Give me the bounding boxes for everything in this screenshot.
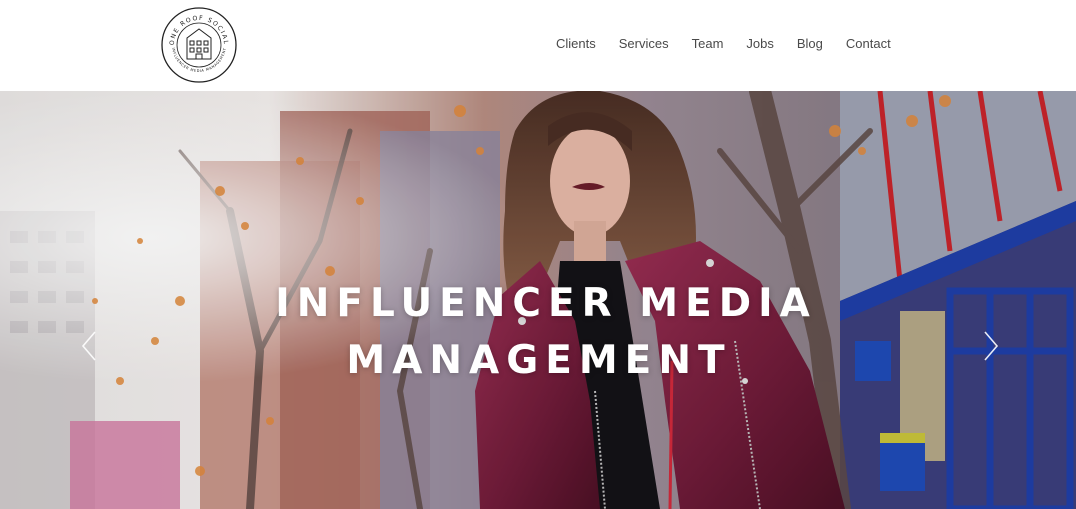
nav-item-contact[interactable]: Contact: [838, 36, 899, 51]
slideshow-prev-button[interactable]: [78, 329, 100, 363]
nav-item-services[interactable]: Services: [611, 36, 677, 51]
nav-item-team[interactable]: Team: [684, 36, 732, 51]
main-nav: Clients Services Team Jobs Blog Contact: [548, 36, 906, 51]
hero-slideshow: INFLUENCER MEDIA MANAGEMENT: [0, 91, 1076, 509]
site-logo[interactable]: ONE ROOF SOCIAL INFLUENCER MEDIA MANAGEM…: [160, 6, 238, 84]
site-header: ONE ROOF SOCIAL INFLUENCER MEDIA MANAGEM…: [0, 0, 1076, 91]
chevron-right-icon: [984, 331, 999, 361]
logo-bottom-text: INFLUENCER MEDIA MANAGEMENT: [171, 47, 226, 73]
nav-item-jobs[interactable]: Jobs: [738, 36, 781, 51]
chevron-left-icon: [81, 331, 96, 361]
svg-text:INFLUENCER MEDIA MANAGEMENT: INFLUENCER MEDIA MANAGEMENT: [171, 47, 227, 73]
nav-item-blog[interactable]: Blog: [789, 36, 831, 51]
building-icon: [186, 28, 212, 60]
slideshow-next-button[interactable]: [980, 329, 1002, 363]
nav-item-clients[interactable]: Clients: [548, 36, 604, 51]
hero-headline-line1: INFLUENCER MEDIA: [275, 281, 817, 326]
hero-headline-line2: MANAGEMENT: [346, 338, 732, 383]
